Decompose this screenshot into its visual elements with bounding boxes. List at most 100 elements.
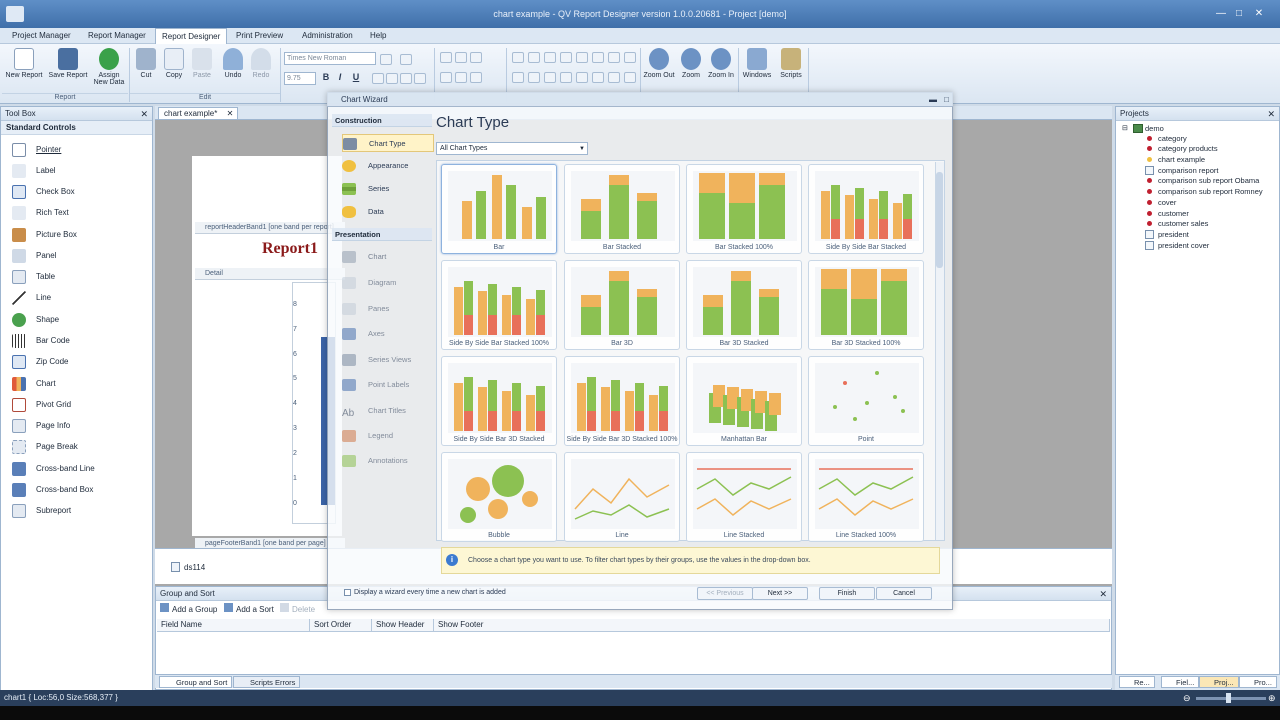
project-item[interactable]: president <box>1158 229 1189 240</box>
delete-button[interactable]: Delete <box>280 603 315 615</box>
project-item[interactable]: comparison sub report Romney <box>1158 186 1263 197</box>
tab-group-and-sort[interactable]: Group and Sort <box>159 676 233 688</box>
menu-project-manager[interactable]: Project Manager <box>6 28 77 44</box>
nav-chart-titles[interactable]: Ab Chart Titles <box>342 402 434 420</box>
size-tool-icon[interactable] <box>544 72 556 83</box>
spacing-tool-icon[interactable] <box>592 52 604 63</box>
nav-data[interactable]: Data <box>342 203 434 221</box>
column-sort-order[interactable]: Sort Order <box>310 619 372 632</box>
menu-report-manager[interactable]: Report Manager <box>82 28 152 44</box>
close-icon[interactable]: ✕ <box>227 108 234 120</box>
tool-zip-code[interactable]: Zip Code <box>10 355 150 375</box>
close-icon[interactable]: ✕ <box>1267 107 1275 121</box>
toolbox-section-standard[interactable]: Standard Controls <box>1 121 152 135</box>
chart-type-filter-select[interactable]: All Chart Types ▼ <box>436 142 588 155</box>
align-grid-icon[interactable] <box>380 54 392 65</box>
zoom-in-button[interactable]: Zoom In <box>701 48 741 92</box>
align-justify-icon[interactable] <box>414 73 426 84</box>
layout-tool-icon[interactable] <box>470 52 482 63</box>
bold-button[interactable]: B <box>320 72 332 84</box>
spacing-tool-icon[interactable] <box>592 72 604 83</box>
gallery-scrollbar-thumb[interactable] <box>936 172 943 268</box>
size-tool-icon[interactable] <box>512 72 524 83</box>
tab-properties[interactable]: Pro... <box>1239 676 1277 688</box>
nav-section-construction[interactable]: Construction <box>332 114 432 127</box>
column-show-footer[interactable]: Show Footer <box>434 619 1110 632</box>
tool-table[interactable]: Table <box>10 270 150 290</box>
tool-cross-band-box[interactable]: Cross-band Box <box>10 483 150 503</box>
spacing-tool-icon[interactable] <box>576 72 588 83</box>
nav-series-views[interactable]: Series Views <box>342 351 434 369</box>
tab-scripts-errors[interactable]: Scripts Errors <box>233 676 301 688</box>
close-icon[interactable]: ✕ <box>140 107 148 121</box>
chart-type-tile[interactable]: Side By Side Bar 3D Stacked <box>441 356 557 446</box>
font-color-icon[interactable] <box>400 54 412 65</box>
column-show-header[interactable]: Show Header <box>372 619 434 632</box>
tool-shape[interactable]: Shape <box>10 313 150 333</box>
report-title[interactable]: Report1 <box>262 240 318 258</box>
menu-help[interactable]: Help <box>364 28 392 44</box>
redo-button[interactable]: Redo <box>241 48 281 92</box>
tree-expander-icon[interactable]: ⊟ <box>1122 124 1128 132</box>
column-field-name[interactable]: Field Name <box>157 619 310 632</box>
show-wizard-checkbox[interactable] <box>344 589 351 596</box>
chart-type-tile[interactable]: Bubble <box>441 452 557 542</box>
nav-section-presentation[interactable]: Presentation <box>332 228 432 241</box>
chart-type-tile[interactable]: Side By Side Bar 3D Stacked 100% <box>564 356 680 446</box>
tool-picture-box[interactable]: Picture Box <box>10 228 150 248</box>
tool-pivot-grid[interactable]: Pivot Grid <box>10 398 150 418</box>
nav-axes[interactable]: Axes <box>342 325 434 343</box>
tool-label[interactable]: Label <box>10 164 150 184</box>
nav-chart[interactable]: Chart <box>342 248 434 266</box>
tool-bar-code[interactable]: Bar Code <box>10 334 150 354</box>
tool-page-break[interactable]: Page Break <box>10 440 150 460</box>
align-center-icon[interactable] <box>386 73 398 84</box>
spacing-tool-icon[interactable] <box>624 72 636 83</box>
chart-type-tile[interactable]: Line <box>564 452 680 542</box>
tool-subreport[interactable]: Subreport <box>10 504 150 524</box>
italic-button[interactable]: I <box>334 72 346 84</box>
layout-tool-icon[interactable] <box>455 52 467 63</box>
nav-series[interactable]: Series <box>342 180 434 198</box>
chart-type-tile[interactable]: Manhattan Bar <box>686 356 802 446</box>
band-report-header[interactable]: reportHeaderBand1 [one band per report] <box>195 222 345 234</box>
nav-chart-type[interactable]: Chart Type <box>342 134 434 152</box>
nav-legend[interactable]: Legend <box>342 427 434 445</box>
cancel-button[interactable]: Cancel <box>876 587 932 600</box>
assign-new-data-button[interactable]: Assign New Data <box>89 48 129 92</box>
layout-tool-icon[interactable] <box>440 52 452 63</box>
spacing-tool-icon[interactable] <box>608 52 620 63</box>
size-tool-icon[interactable] <box>528 52 540 63</box>
tab-chart-example[interactable]: chart example* ✕ <box>158 107 239 120</box>
chart-type-tile[interactable]: Bar 3D Stacked 100% <box>808 260 924 350</box>
menu-report-designer[interactable]: Report Designer <box>155 28 228 44</box>
align-left-icon[interactable] <box>372 73 384 84</box>
nav-panes[interactable]: Panes <box>342 300 434 318</box>
close-button[interactable]: ✕ <box>1252 8 1266 20</box>
tool-panel[interactable]: Panel <box>10 249 150 269</box>
chart-type-tile[interactable]: Bar <box>441 164 557 254</box>
font-name-select[interactable]: Times New Roman <box>284 52 376 65</box>
zoom-plus-icon[interactable]: ⊕ <box>1268 693 1276 704</box>
close-icon[interactable]: ✕ <box>1099 587 1107 601</box>
new-report-button[interactable]: New Report <box>4 48 44 92</box>
tool-check-box[interactable]: Check Box <box>10 185 150 205</box>
chart-type-tile[interactable]: Bar Stacked 100% <box>686 164 802 254</box>
layout-tool-icon[interactable] <box>470 72 482 83</box>
add-sort-button[interactable]: Add a Sort <box>224 603 274 615</box>
minimize-icon[interactable]: ▬ <box>929 92 937 107</box>
zoom-slider-thumb[interactable] <box>1226 693 1231 703</box>
tab-fields[interactable]: Fiel... <box>1161 676 1200 688</box>
zoom-minus-icon[interactable]: ⊖ <box>1183 693 1191 704</box>
menu-administration[interactable]: Administration <box>296 28 359 44</box>
maximize-icon[interactable]: □ <box>944 92 949 107</box>
menu-print-preview[interactable]: Print Preview <box>230 28 289 44</box>
previous-button[interactable]: << Previous <box>697 587 753 600</box>
project-item[interactable]: customer sales <box>1158 218 1208 229</box>
maximize-button[interactable]: □ <box>1232 8 1246 20</box>
tab-reports[interactable]: Re... <box>1119 676 1155 688</box>
chart-type-tile[interactable]: Point <box>808 356 924 446</box>
tool-pointer[interactable]: Pointer <box>10 143 150 163</box>
nav-annotations[interactable]: Annotations <box>342 452 434 470</box>
font-size-select[interactable]: 9.75 <box>284 72 316 85</box>
